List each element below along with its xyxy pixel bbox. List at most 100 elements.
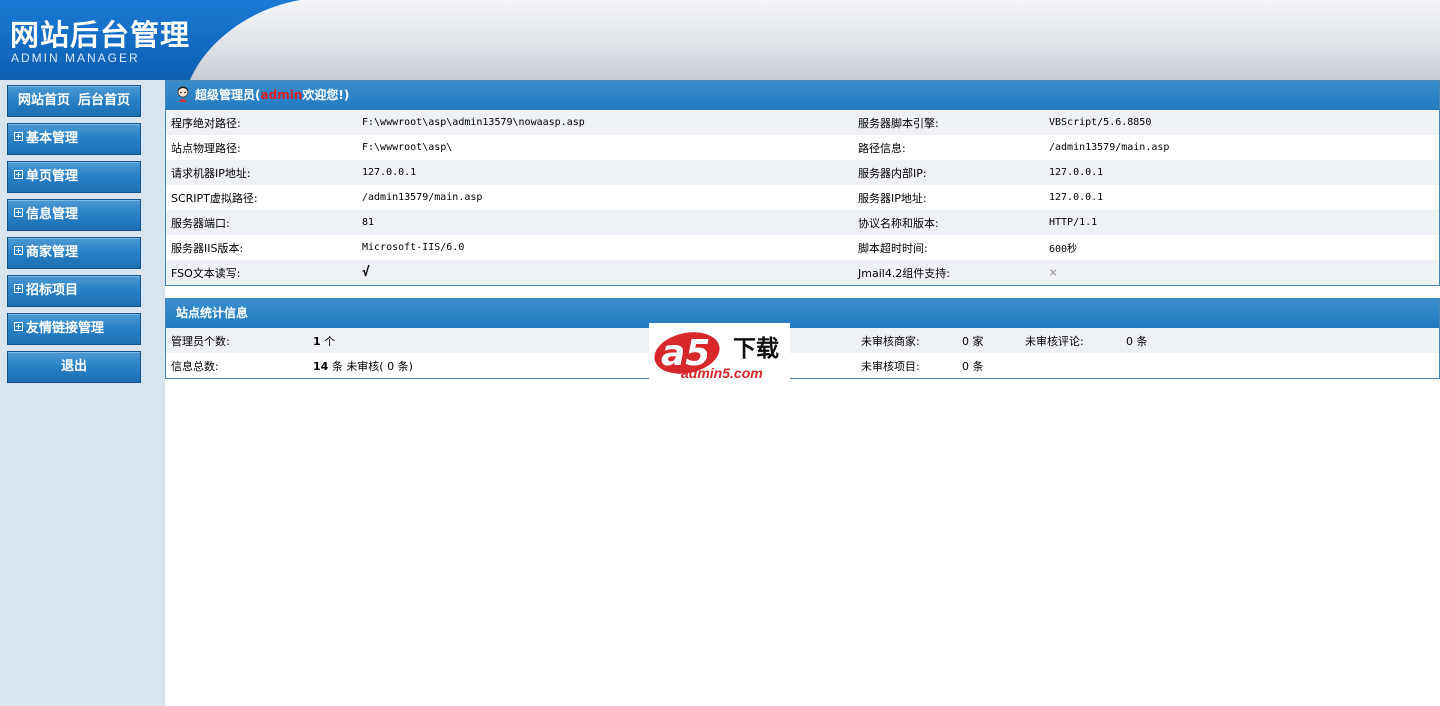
info-total-unit: 条 未审核( (331, 359, 384, 373)
info-value-text: HTTP/1.1 (1049, 217, 1098, 228)
info-label: 协议名称和版本: (853, 210, 1044, 235)
admin-count-label: 管理员个数: (166, 328, 308, 353)
info-label: 服务器IP地址: (853, 185, 1044, 210)
info-value: F:\wwwroot\asp\admin13579\nowaasp.asp (357, 110, 853, 135)
sidebar-item-single-page[interactable]: 单页管理 (7, 161, 141, 193)
info-label-text: 路径信息: (858, 141, 906, 155)
welcome-suffix: 欢迎您!) (302, 88, 350, 102)
info-value: 81 (357, 210, 853, 235)
unreviewed-merchants-unit: 家 (972, 334, 984, 348)
unreviewed-projects-unit: 条 (972, 359, 984, 373)
info-label: 路径信息: (853, 135, 1044, 160)
sidebar-item-label: 信息管理 (26, 207, 79, 222)
sidebar-item-merchants[interactable]: 商家管理 (7, 237, 141, 269)
info-value: 127.0.0.1 (1044, 160, 1439, 185)
expand-icon (14, 246, 23, 255)
info-label-text: 服务器IP地址: (858, 191, 927, 205)
sidebar: 网站首页 后台首页 基本管理 单页管理 信息管理 商家管理 招标项目 友情链接管理… (0, 80, 165, 706)
info-value-text: 600秒 (1049, 244, 1078, 255)
info-value: √ (357, 260, 853, 285)
info-total-value: 14 (313, 359, 329, 373)
info-value: /admin13579/main.asp (357, 185, 853, 210)
admin-count-value: 1 (313, 334, 321, 348)
info-value: Microsoft-IIS/6.0 (357, 235, 853, 260)
unreviewed-merchants-value: 0 (962, 334, 969, 348)
expand-icon (14, 322, 23, 331)
info-value: F:\wwwroot\asp\ (357, 135, 853, 160)
info-value-text: /admin13579/main.asp (362, 192, 483, 203)
sidebar-item-basic[interactable]: 基本管理 (7, 123, 141, 155)
info-value-text: Microsoft-IIS/6.0 (362, 242, 465, 253)
sidebar-item-friend-links[interactable]: 友情链接管理 (7, 313, 141, 345)
sidebar-item-label: 基本管理 (26, 131, 79, 146)
server-info-panel: 超级管理员(admin欢迎您!) 程序绝对路径: F:\wwwroot\asp\a… (165, 80, 1440, 286)
table-row: 服务器端口: 81 协议名称和版本: HTTP/1.1 (166, 210, 1439, 235)
welcome-prefix: 超级管理员( (195, 88, 261, 102)
info-value: 127.0.0.1 (1044, 185, 1439, 210)
info-label-text: 服务器脚本引擎: (858, 116, 939, 130)
info-label-text: 站点物理路径: (171, 141, 241, 155)
info-label: 服务器IIS版本: (166, 235, 357, 260)
info-value-text: 127.0.0.1 (1049, 192, 1104, 203)
info-label-text: 服务器IIS版本: (171, 241, 244, 255)
expand-icon (14, 170, 23, 179)
sidebar-item-label: 商家管理 (26, 245, 79, 260)
a5-watermark-logo: a5 下载 admin5.com (649, 323, 790, 381)
info-label-text: 服务器端口: (171, 216, 230, 230)
expand-icon (14, 284, 23, 293)
info-label-text: Jmail4.2组件支持: (858, 266, 951, 280)
admin-count-unit: 个 (324, 334, 336, 348)
info-value: 600秒 (1044, 235, 1439, 260)
info-label: 服务器内部IP: (853, 160, 1044, 185)
table-row: 站点物理路径: F:\wwwroot\asp\ 路径信息: /admin13579/m… (166, 135, 1439, 160)
table-row: FSO文本读写: √ Jmail4.2组件支持: × (166, 260, 1439, 285)
unreviewed-comments-unit: 条 (1136, 334, 1148, 348)
info-value: VBScript/5.6.8850 (1044, 110, 1439, 135)
table-row: 管理员个数: 1 个 未审核商家: 0 家 未审核评论: 0 条 (166, 328, 1439, 353)
sidebar-item-bidding[interactable]: 招标项目 (7, 275, 141, 307)
table-row: 请求机器IP地址: 127.0.0.1 服务器内部IP: 127.0.0.1 (166, 160, 1439, 185)
server-info-table: 程序绝对路径: F:\wwwroot\asp\admin13579\nowaasp… (166, 110, 1439, 285)
info-value-text: VBScript/5.6.8850 (1049, 117, 1152, 128)
info-label: Jmail4.2组件支持: (853, 260, 1044, 285)
table-row: 信息总数: 14 条 未审核( 0 条) 未审核项目: 0 条 (166, 353, 1439, 378)
site-home-link[interactable]: 网站首页 (18, 93, 70, 108)
empty-cell (1121, 353, 1439, 378)
sidebar-item-info[interactable]: 信息管理 (7, 199, 141, 231)
unreviewed-comments-cell: 0 条 (1121, 328, 1439, 353)
info-label: FSO文本读写: (166, 260, 357, 285)
unreviewed-merchants-cell: 0 家 (957, 328, 1020, 353)
admin-home-link[interactable]: 后台首页 (78, 93, 130, 108)
sidebar-item-label: 招标项目 (26, 283, 79, 298)
info-value: × (1044, 260, 1439, 285)
info-label-text: 服务器内部IP: (858, 166, 927, 180)
site-stats-panel: 站点统计信息 管理员个数: 1 个 未审核商家: 0 家 未审核评论: 0 条 … (165, 298, 1440, 379)
download-text: 下载 (733, 336, 779, 362)
info-label: SCRIPT虚拟路径: (166, 185, 357, 210)
info-value-text: 127.0.0.1 (362, 167, 417, 178)
logo-title: 网站后台管理 (10, 18, 191, 52)
info-label: 程序绝对路径: (166, 110, 357, 135)
info-label-text: 脚本超时时间: (858, 241, 928, 255)
info-label-text: 程序绝对路径: (171, 116, 241, 130)
logout-button[interactable]: 退出 (7, 351, 141, 383)
unreviewed-comments-value: 0 (1126, 334, 1133, 348)
sidebar-item-label: 单页管理 (26, 169, 79, 184)
table-row: SCRIPT虚拟路径: /admin13579/main.asp 服务器IP地址: 1… (166, 185, 1439, 210)
check-icon: √ (362, 265, 370, 280)
welcome-header: 超级管理员(admin欢迎您!) (166, 81, 1439, 110)
table-row: 服务器IIS版本: Microsoft-IIS/6.0 脚本超时时间: 600秒 (166, 235, 1439, 260)
cross-icon: × (1049, 264, 1058, 281)
info-label: 服务器脚本引擎: (853, 110, 1044, 135)
header: 网站后台管理 ADMIN MANAGER (0, 0, 1440, 80)
unreviewed-merchants-label: 未审核商家: (856, 328, 957, 353)
info-value: 127.0.0.1 (357, 160, 853, 185)
info-value: HTTP/1.1 (1044, 210, 1439, 235)
info-label-text: FSO文本读写: (171, 266, 241, 280)
home-links: 网站首页 后台首页 (7, 85, 141, 117)
expand-icon (14, 132, 23, 141)
a5-logo-icon: a5 下载 admin5.com (654, 332, 779, 381)
admin-user-icon (177, 86, 189, 102)
info-label: 请求机器IP地址: (166, 160, 357, 185)
info-value-text: 127.0.0.1 (1049, 167, 1104, 178)
